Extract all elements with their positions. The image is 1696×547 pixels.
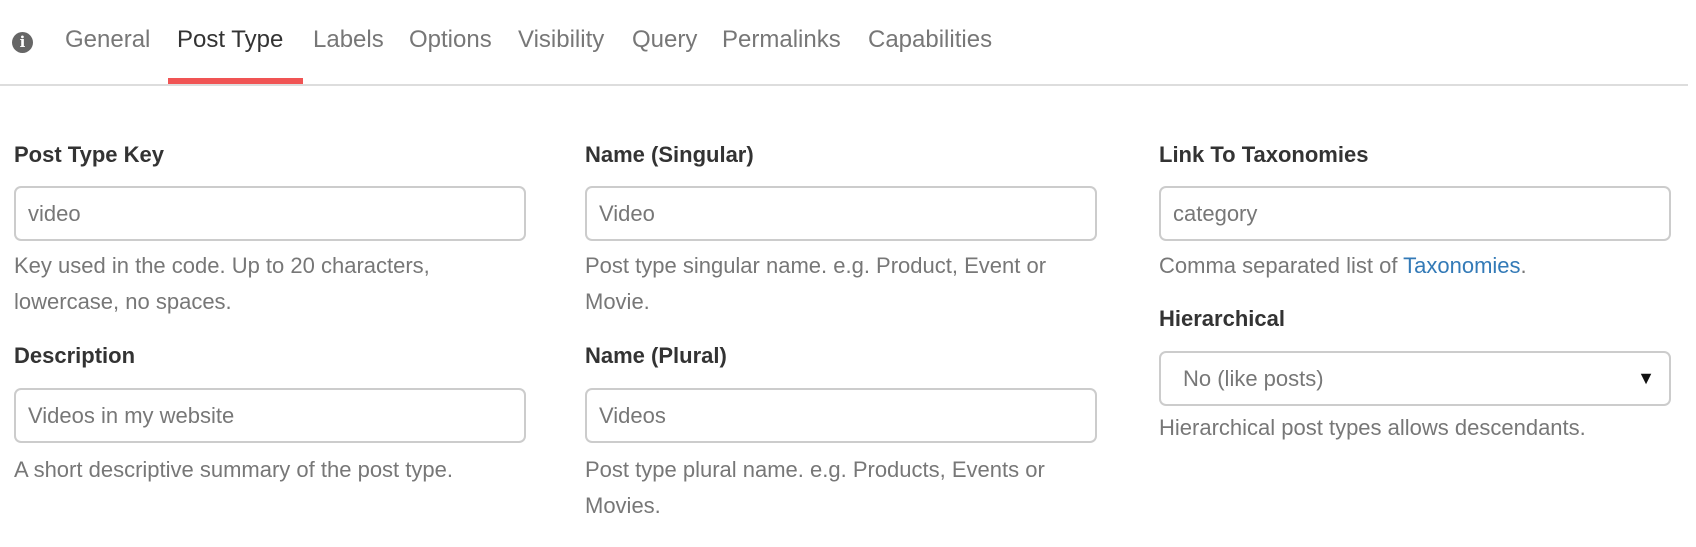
tab-general[interactable]: General — [65, 26, 150, 54]
description-help: A short descriptive summary of the post … — [14, 457, 453, 482]
tab-query[interactable]: Query — [632, 26, 697, 54]
description-input[interactable]: Videos in my website — [14, 388, 526, 443]
post-type-key-input[interactable]: video — [14, 186, 526, 241]
hierarchical-selected-value: No (like posts) — [1183, 366, 1324, 391]
taxonomies-link[interactable]: Taxonomies — [1403, 253, 1520, 278]
name-plural-help: Post type plural name. e.g. Products, Ev… — [585, 457, 1045, 518]
hierarchical-select[interactable]: No (like posts) ▼ — [1159, 351, 1671, 406]
tab-post-type[interactable]: Post Type — [177, 26, 283, 54]
hierarchical-help: Hierarchical post types allows descendan… — [1159, 415, 1586, 440]
taxonomies-help-prefix: Comma separated list of — [1159, 253, 1404, 278]
post-type-key-label: Post Type Key — [14, 142, 164, 167]
name-singular-input[interactable]: Video — [585, 186, 1097, 241]
post-type-key-help: Key used in the code. Up to 20 character… — [14, 253, 430, 314]
tab-bar: i General Post Type Labels Options Visib… — [0, 0, 1688, 86]
tab-capabilities[interactable]: Capabilities — [868, 26, 992, 54]
taxonomies-help-suffix: . — [1520, 253, 1527, 278]
tab-permalinks[interactable]: Permalinks — [722, 26, 841, 54]
taxonomies-label: Link To Taxonomies — [1159, 142, 1369, 167]
name-plural-input[interactable]: Videos — [585, 388, 1097, 443]
info-circle-icon[interactable]: i — [12, 32, 33, 53]
name-singular-help: Post type singular name. e.g. Product, E… — [585, 253, 1047, 314]
caret-down-icon: ▼ — [1637, 368, 1655, 388]
active-tab-indicator — [168, 78, 303, 84]
name-singular-label: Name (Singular) — [585, 142, 754, 167]
taxonomies-help: Comma separated list of Taxonomies. — [1159, 248, 1679, 284]
tab-visibility[interactable]: Visibility — [518, 26, 604, 54]
hierarchical-label: Hierarchical — [1159, 306, 1285, 331]
tab-options[interactable]: Options — [409, 26, 492, 54]
tab-labels[interactable]: Labels — [313, 26, 384, 54]
taxonomies-input[interactable]: category — [1159, 186, 1671, 241]
name-plural-label: Name (Plural) — [585, 343, 727, 368]
description-label: Description — [14, 343, 136, 368]
